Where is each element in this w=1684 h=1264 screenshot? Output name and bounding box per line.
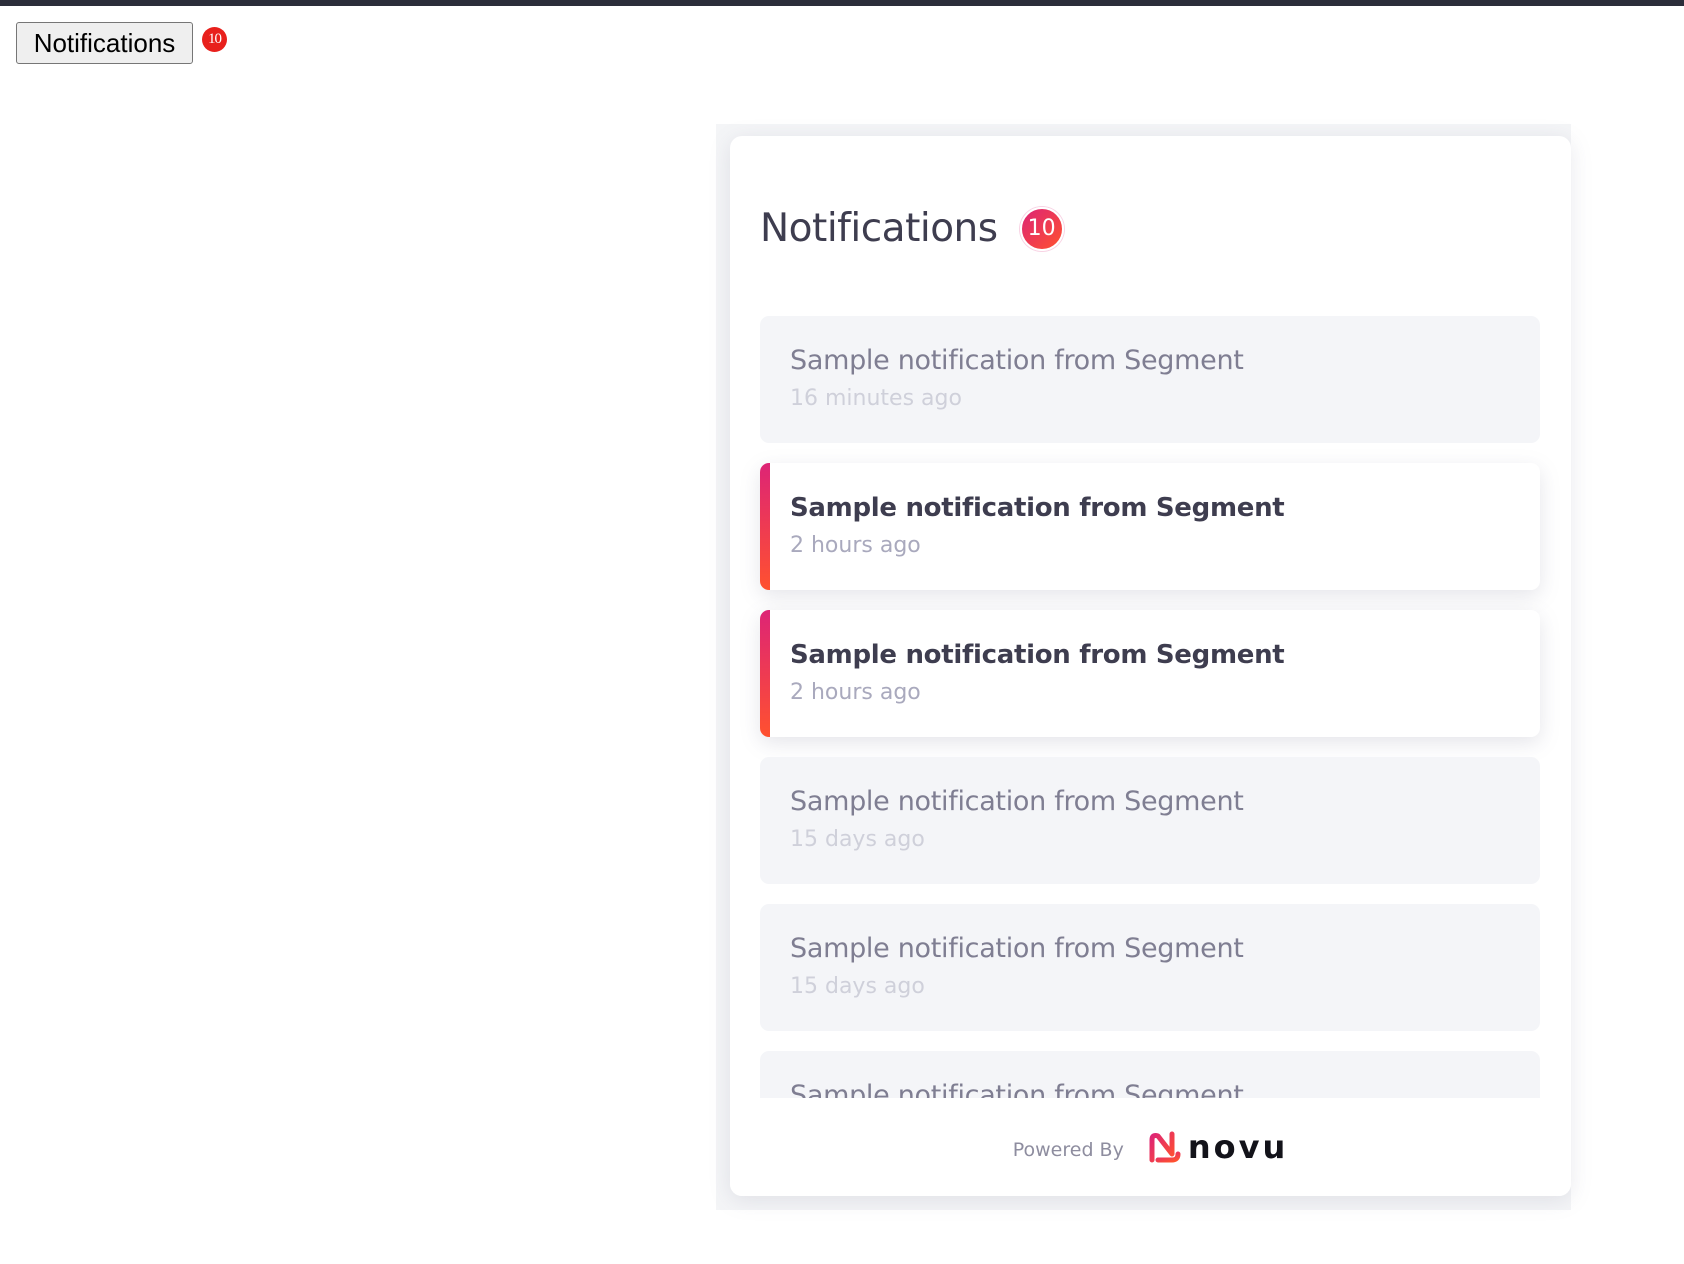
notification-item[interactable]: Sample notification from Segment 15 days…: [760, 904, 1540, 1031]
notification-item[interactable]: Sample notification from Segment 15 days…: [760, 757, 1540, 884]
powered-by-label: Powered By: [1012, 1139, 1124, 1161]
notification-title: Sample notification from Segment: [790, 786, 1244, 817]
notification-time: 2 hours ago: [790, 533, 921, 558]
notification-item-unread[interactable]: Sample notification from Segment 2 hours…: [760, 463, 1540, 590]
notification-time: 15 days ago: [790, 827, 925, 852]
novu-wordmark: novu: [1187, 1128, 1289, 1166]
notification-item-unread[interactable]: Sample notification from Segment 2 hours…: [760, 610, 1540, 737]
novu-logo[interactable]: novu: [1148, 1128, 1288, 1166]
notification-title: Sample notification from Segment: [790, 493, 1285, 523]
notification-title: Sample notification from Segment: [790, 933, 1244, 964]
notification-time: 16 minutes ago: [790, 386, 962, 411]
novu-logo-icon: [1149, 1131, 1181, 1163]
notification-time: 15 days ago: [790, 974, 925, 999]
panel-footer: Powered By novu: [730, 1098, 1571, 1196]
notification-list[interactable]: Sample notification from Segment 16 minu…: [730, 316, 1571, 1098]
notification-title: Sample notification from Segment: [790, 345, 1244, 376]
notification-title: Sample notification from Segment: [790, 640, 1285, 670]
panel-title: Notifications: [760, 206, 998, 251]
notifications-count-badge: 10: [202, 27, 227, 52]
panel-header: Notifications 10: [760, 206, 1064, 251]
top-bar: [0, 0, 1684, 6]
notification-center-panel: Notifications 10 Sample notification fro…: [730, 136, 1571, 1196]
notification-item[interactable]: Sample notification from Segment: [760, 1051, 1540, 1098]
notifications-button[interactable]: Notifications: [16, 22, 193, 64]
notification-time: 2 hours ago: [790, 680, 921, 705]
notification-title: Sample notification from Segment: [790, 1080, 1244, 1098]
notification-item[interactable]: Sample notification from Segment 16 minu…: [760, 316, 1540, 443]
unseen-count-badge: 10: [1019, 206, 1064, 251]
